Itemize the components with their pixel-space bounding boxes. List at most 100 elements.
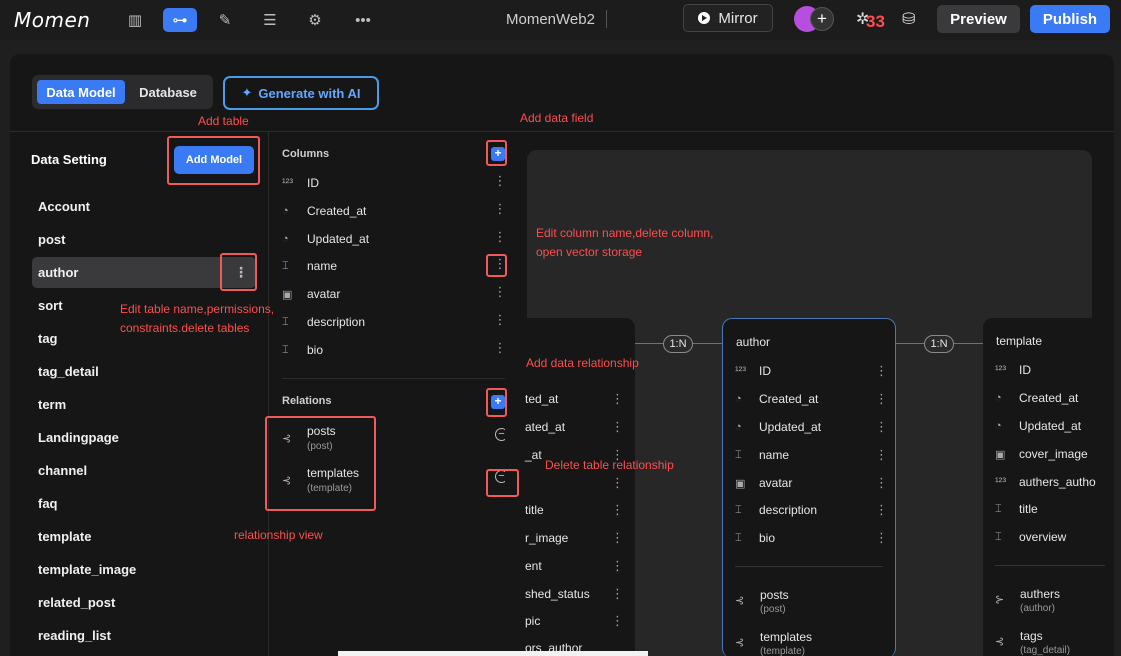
- mirror-label: Mirror: [718, 9, 758, 27]
- model-item[interactable]: term: [32, 389, 256, 420]
- model-item[interactable]: tag_detail: [32, 356, 256, 387]
- column-row[interactable]: ◔ Created_at ⋮: [282, 199, 508, 223]
- data-panel: Data Model Database ✦ Generate with AI D…: [10, 54, 1114, 656]
- more-options-icon[interactable]: ⋮: [611, 502, 624, 518]
- erd-column-name: shed_status: [525, 587, 590, 601]
- model-item[interactable]: faq: [32, 488, 256, 519]
- pages-icon[interactable]: ▥: [118, 8, 152, 32]
- annotation-edit-table: Edit table name,permissions,: [120, 302, 275, 316]
- model-item[interactable]: Account: [32, 191, 256, 222]
- column-row[interactable]: ▣ avatar ⋮: [282, 282, 508, 306]
- more-options-icon[interactable]: ⋮: [611, 419, 624, 435]
- erd-column-name: Created_at: [1019, 391, 1079, 405]
- actions-icon[interactable]: ✎: [208, 8, 242, 32]
- more-icon[interactable]: •••: [346, 8, 380, 32]
- erd-column-name: bio: [759, 531, 776, 545]
- erd-column-name: overview: [1019, 530, 1067, 544]
- data-model-icon[interactable]: ⊶: [163, 8, 197, 32]
- erd-column: ▣ avatar ⋮: [735, 473, 895, 493]
- highlight-delete-relation: [486, 469, 519, 497]
- erd-table-author[interactable]: author ¹²³ ID ⋮ ◔ Created_at ⋮ ◔ Updated_at ⋮ …: [722, 318, 896, 656]
- erd-column: pic ⋮: [525, 611, 630, 631]
- erd-column: shed_status ⋮: [525, 584, 630, 604]
- momen-logo[interactable]: Momen: [14, 8, 90, 32]
- more-options-icon[interactable]: ⋮: [492, 201, 508, 217]
- highlight-add-field: [486, 140, 507, 166]
- column-name: Updated_at: [307, 232, 370, 246]
- clock-icon: ◔: [995, 420, 1002, 432]
- erd-table-title: author: [736, 335, 771, 349]
- model-item[interactable]: Landingpage: [32, 422, 256, 453]
- column-row[interactable]: ¹²³ ID ⋮: [282, 171, 508, 195]
- column-name: avatar: [307, 287, 341, 301]
- erd-column-name: Created_at: [759, 392, 819, 406]
- column-row[interactable]: ◔ Updated_at ⋮: [282, 227, 508, 251]
- more-options-icon[interactable]: ⋮: [611, 586, 624, 602]
- settings-icon[interactable]: ⚙: [298, 8, 332, 32]
- erd-column-name: Updated_at: [1019, 419, 1082, 433]
- components-icon[interactable]: ☰: [253, 8, 287, 32]
- model-item[interactable]: channel: [32, 455, 256, 486]
- column-name: name: [307, 259, 338, 273]
- more-options-icon[interactable]: ⋮: [611, 530, 624, 546]
- erd-column-name: ent: [525, 559, 542, 573]
- preview-button[interactable]: Preview: [937, 5, 1020, 33]
- more-options-icon[interactable]: ⋮: [875, 363, 888, 379]
- divider: [268, 132, 269, 656]
- more-options-icon[interactable]: ⋮: [611, 391, 624, 407]
- erd-column: ◔ Updated_at ⋮: [735, 417, 895, 437]
- erd-column: ▣ cover_image: [995, 444, 1114, 464]
- publish-button[interactable]: Publish: [1030, 5, 1110, 33]
- relation-name: authers: [1020, 587, 1061, 601]
- divider: [606, 10, 607, 28]
- more-options-icon[interactable]: ⋮: [875, 475, 888, 491]
- more-options-icon[interactable]: ⋮: [611, 558, 624, 574]
- column-row[interactable]: ⌶ name ⋮: [282, 254, 508, 278]
- divider: [10, 131, 1114, 132]
- column-row[interactable]: ⌶ description ⋮: [282, 310, 508, 334]
- erd-column-name: _at: [525, 448, 542, 462]
- image-icon: ▣: [282, 288, 293, 301]
- annotation-edit-column-2: open vector storage: [536, 245, 643, 259]
- model-item[interactable]: template: [32, 521, 256, 552]
- tab-database[interactable]: Database: [129, 80, 207, 104]
- more-options-icon[interactable]: ⋮: [611, 613, 624, 629]
- issue-count[interactable]: 33: [866, 12, 885, 32]
- erd-column: ⌶ description ⋮: [735, 500, 895, 520]
- cardinality-label[interactable]: 1:N: [663, 335, 693, 353]
- database-status-icon[interactable]: ⛁: [902, 9, 915, 29]
- more-options-icon[interactable]: ⋮: [875, 530, 888, 546]
- more-options-icon[interactable]: ⋮: [611, 475, 624, 491]
- more-options-icon[interactable]: ⋮: [875, 447, 888, 463]
- more-options-icon[interactable]: ⋮: [875, 419, 888, 435]
- image-icon: ▣: [735, 477, 746, 490]
- annotation-edit-column: Edit column name,delete column,: [536, 226, 714, 240]
- more-options-icon[interactable]: ⋮: [875, 391, 888, 407]
- more-options-icon[interactable]: ⋮: [492, 173, 508, 189]
- more-options-icon[interactable]: ⋮: [875, 502, 888, 518]
- model-item[interactable]: post: [32, 224, 256, 255]
- generate-ai-button[interactable]: ✦ Generate with AI: [223, 76, 379, 110]
- erd-column-name: avatar: [759, 476, 793, 490]
- cardinality-label[interactable]: 1:N: [924, 335, 954, 353]
- tab-data-model[interactable]: Data Model: [37, 80, 125, 104]
- add-collaborator-icon[interactable]: +: [810, 7, 834, 31]
- column-row[interactable]: ⌶ bio ⋮: [282, 338, 508, 362]
- annotation-relationship-view: relationship view: [234, 528, 323, 542]
- mirror-button[interactable]: Mirror: [683, 4, 773, 32]
- highlight-add-model: [167, 136, 260, 185]
- model-item[interactable]: related_post: [32, 587, 256, 618]
- highlight-add-relation: [486, 388, 507, 417]
- annotation-add-table: Add table: [198, 114, 249, 128]
- more-options-icon[interactable]: ⋮: [492, 284, 508, 300]
- model-label: author: [38, 265, 79, 280]
- erd-column: ◔ Created_at: [995, 388, 1114, 408]
- model-item[interactable]: reading_list: [32, 620, 256, 651]
- model-item[interactable]: template_image: [32, 554, 256, 585]
- erd-table-template[interactable]: template ¹²³ ID ◔ Created_at ◔ Updated_at ▣…: [983, 318, 1114, 656]
- collaborators[interactable]: +: [794, 6, 836, 32]
- more-options-icon[interactable]: ⋮: [492, 229, 508, 245]
- erd-column: title ⋮: [525, 500, 630, 520]
- column-name: Created_at: [307, 204, 367, 218]
- image-icon: ▣: [995, 448, 1006, 461]
